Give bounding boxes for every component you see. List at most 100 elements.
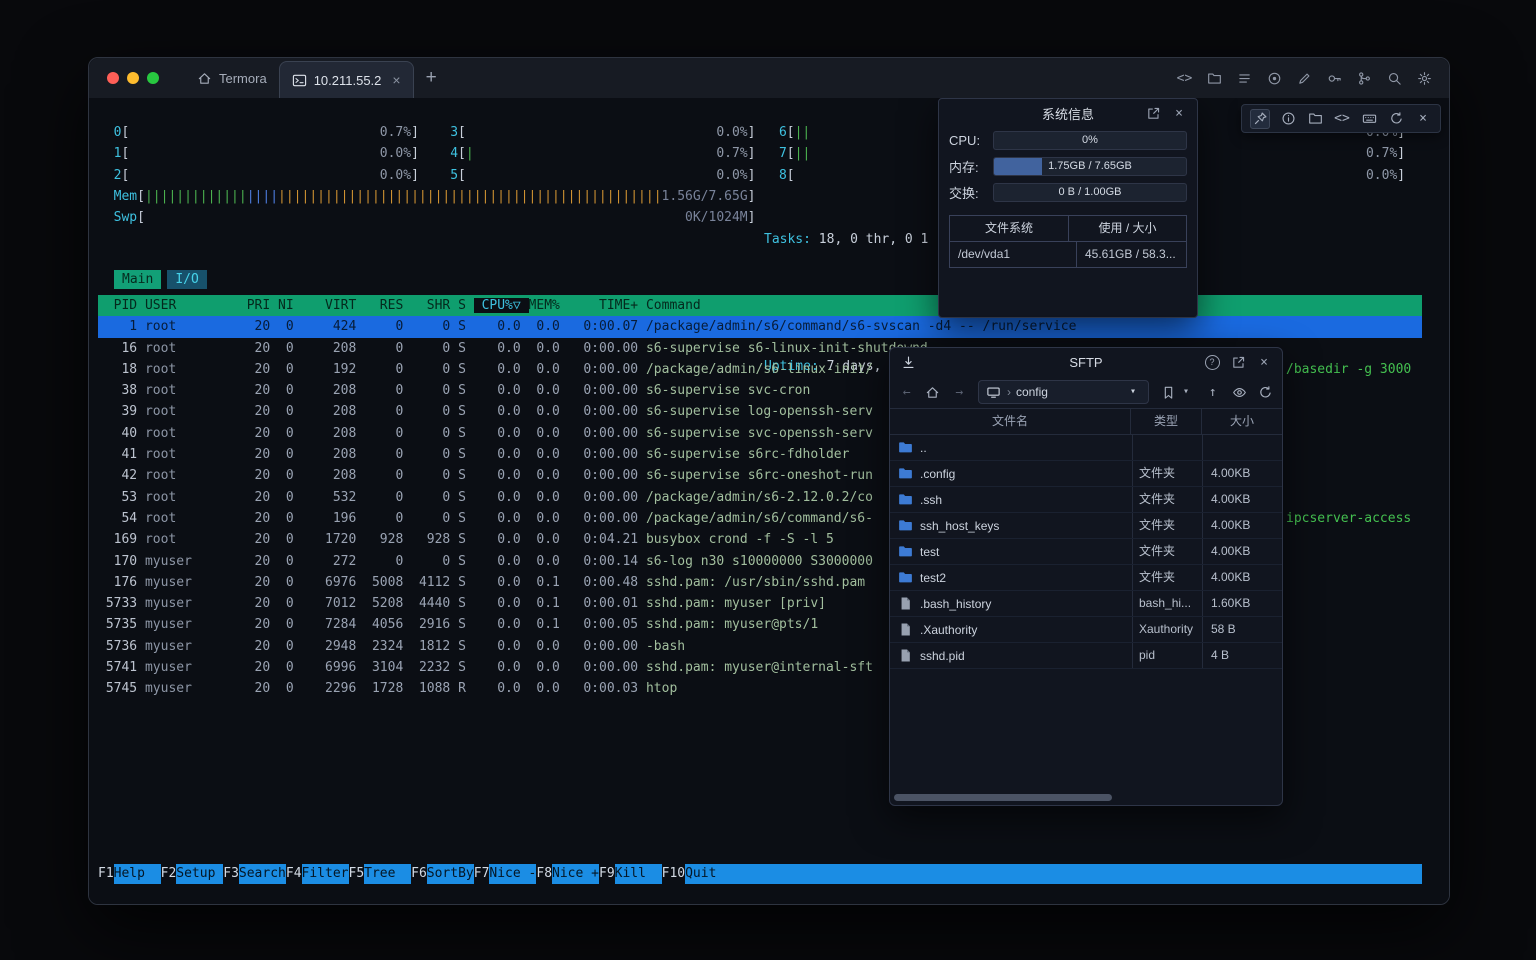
- minimize-button[interactable]: [127, 72, 139, 84]
- fn-label[interactable]: Search: [239, 864, 286, 884]
- path-selector[interactable]: › config ▾: [978, 380, 1149, 404]
- terminal-icon: [292, 73, 307, 88]
- file-row[interactable]: .XauthorityXauthority58 B: [890, 617, 1282, 643]
- fn-label[interactable]: Filter: [302, 864, 349, 884]
- fn-key[interactable]: F2: [161, 864, 177, 884]
- refresh-icon[interactable]: [1258, 384, 1273, 400]
- close-panel-icon[interactable]: ×: [1256, 354, 1272, 370]
- column-header-name[interactable]: 文件名: [890, 409, 1130, 434]
- process-row[interactable]: 1 root 20 0 424 0 0 S 0.0 0.0 0:00.07 /p…: [98, 316, 1422, 337]
- desktop: Termora 10.211.55.2 × + <> 0[ 0.7%] 3[ 0…: [0, 0, 1536, 960]
- settings-icon[interactable]: [1416, 70, 1433, 87]
- cpu-meter-line: 0[ 0.7%] 3[ 0.0%] 6[|| 0.0%]: [98, 122, 1405, 143]
- file-row[interactable]: sshd.pidpid4 B: [890, 643, 1282, 669]
- file-size: 4 B: [1202, 643, 1282, 668]
- fn-label[interactable]: Nice -: [489, 864, 536, 884]
- chevron-down-icon: ▾: [1178, 384, 1194, 400]
- fn-key[interactable]: F4: [286, 864, 302, 884]
- file-row[interactable]: .ssh文件夹4.00KB: [890, 487, 1282, 513]
- fn-label[interactable]: Kill: [615, 864, 662, 884]
- folder-icon: [898, 492, 913, 507]
- tab-termora[interactable]: Termora: [185, 58, 279, 98]
- close-icon[interactable]: ×: [1414, 110, 1432, 128]
- file-type: 文件夹: [1132, 565, 1202, 590]
- close-button[interactable]: [107, 72, 119, 84]
- folder-icon: [898, 570, 913, 585]
- home-icon[interactable]: [925, 384, 940, 400]
- column-header-type[interactable]: 类型: [1130, 409, 1201, 434]
- fn-key[interactable]: F6: [411, 864, 427, 884]
- filesystem-row[interactable]: /dev/vda1 45.61GB / 58.3...: [950, 241, 1186, 267]
- file-name: .bash_history: [920, 597, 991, 611]
- close-panel-icon[interactable]: ×: [1171, 105, 1187, 121]
- fn-key[interactable]: F9: [599, 864, 615, 884]
- fn-key[interactable]: F7: [474, 864, 490, 884]
- tab-bar: Termora 10.211.55.2 × + <>: [89, 58, 1449, 99]
- terminal-view[interactable]: 0[ 0.7%] 3[ 0.0%] 6[|| 0.0%] 1[: [89, 98, 1449, 904]
- fn-key[interactable]: F10: [662, 864, 685, 884]
- help-icon[interactable]: ?: [1204, 354, 1220, 370]
- fn-label[interactable]: Nice +: [552, 864, 599, 884]
- swap-meter-row: 交换: 0 B / 1.00GB: [939, 179, 1197, 205]
- htop-view-tabs: Main I/O: [114, 272, 207, 287]
- file-type: Xauthority: [1132, 617, 1202, 642]
- parent-directory-icon[interactable]: ↑: [1205, 384, 1220, 400]
- horizontal-scrollbar[interactable]: [894, 794, 1278, 802]
- file-row[interactable]: test文件夹4.00KB: [890, 539, 1282, 565]
- open-in-window-icon[interactable]: [1145, 105, 1161, 121]
- keyboard-icon[interactable]: [1360, 110, 1378, 128]
- folder-icon[interactable]: [1306, 110, 1324, 128]
- tab-host-10-211-55-2[interactable]: 10.211.55.2 ×: [279, 61, 414, 98]
- fn-key[interactable]: F1: [98, 864, 114, 884]
- maximize-button[interactable]: [147, 72, 159, 84]
- fn-label[interactable]: Help: [114, 864, 161, 884]
- fn-label[interactable]: SortBy: [427, 864, 474, 884]
- close-tab-icon[interactable]: ×: [392, 72, 400, 88]
- file-list: .. .config文件夹4.00KB.ssh文件夹4.00KBssh_host_…: [890, 435, 1282, 669]
- file-row[interactable]: .bash_historybash_hi...1.60KB: [890, 591, 1282, 617]
- home-icon: [197, 71, 212, 86]
- folder-icon[interactable]: [1206, 70, 1223, 87]
- fn-label[interactable]: Tree: [364, 864, 411, 884]
- file-name: ..: [920, 441, 927, 455]
- refresh-icon[interactable]: [1387, 110, 1405, 128]
- code-icon[interactable]: <>: [1176, 70, 1193, 87]
- sftp-panel: SFTP ? × ← → › config ▾: [889, 347, 1283, 806]
- cpu-meter-row: CPU: 0%: [939, 127, 1197, 153]
- fn-label[interactable]: Quit: [685, 864, 732, 884]
- log-icon[interactable]: [1236, 70, 1253, 87]
- file-row[interactable]: ssh_host_keys文件夹4.00KB: [890, 513, 1282, 539]
- file-row[interactable]: test2文件夹4.00KB: [890, 565, 1282, 591]
- tab-main[interactable]: Main: [114, 270, 161, 289]
- command-overflow-text: ipcserver-access: [1286, 508, 1411, 529]
- computer-icon: [986, 384, 1002, 400]
- pin-icon[interactable]: [1250, 109, 1270, 129]
- key-icon[interactable]: [1326, 70, 1343, 87]
- back-icon[interactable]: ←: [899, 384, 914, 400]
- file-size: 1.60KB: [1202, 591, 1282, 616]
- fn-key[interactable]: F3: [223, 864, 239, 884]
- file-type: [1132, 435, 1202, 460]
- fn-key[interactable]: F5: [349, 864, 365, 884]
- record-icon[interactable]: [1266, 70, 1283, 87]
- branch-icon[interactable]: [1356, 70, 1373, 87]
- file-row[interactable]: .config文件夹4.00KB: [890, 461, 1282, 487]
- fn-label[interactable]: Setup: [176, 864, 223, 884]
- column-header-size[interactable]: 大小: [1201, 409, 1282, 434]
- code-icon[interactable]: <>: [1333, 110, 1351, 128]
- info-icon[interactable]: [1279, 110, 1297, 128]
- file-row[interactable]: ..: [890, 435, 1282, 461]
- horizontal-scrollbar-thumb[interactable]: [894, 794, 1112, 801]
- show-hidden-files-icon[interactable]: [1231, 384, 1246, 400]
- search-icon[interactable]: [1386, 70, 1403, 87]
- bookmark-dropdown[interactable]: ▾: [1160, 384, 1194, 400]
- new-tab-button[interactable]: +: [414, 67, 449, 89]
- file-size: [1202, 435, 1282, 460]
- file-type: 文件夹: [1132, 461, 1202, 486]
- tab-io[interactable]: I/O: [167, 270, 206, 289]
- edit-icon[interactable]: [1296, 70, 1313, 87]
- forward-icon[interactable]: →: [952, 384, 967, 400]
- memory-meter: Mem[||||||||||||||||||||||||||||||||||||…: [98, 186, 1405, 207]
- open-in-window-icon[interactable]: [1230, 354, 1246, 370]
- fn-key[interactable]: F8: [536, 864, 552, 884]
